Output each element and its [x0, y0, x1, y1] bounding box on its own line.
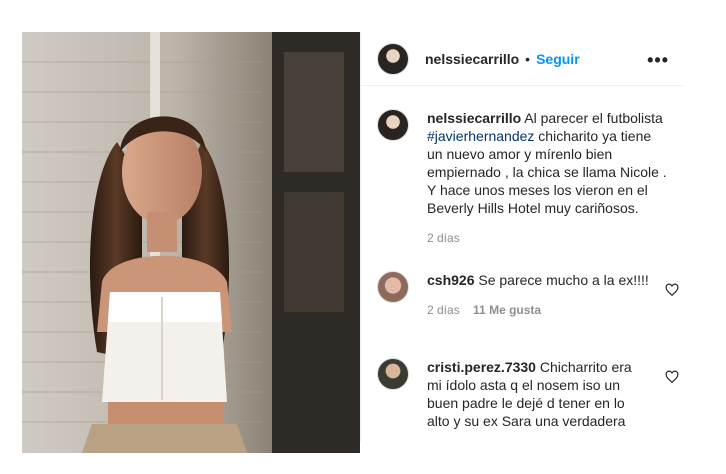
- comment-meta: 2 días 11 Me gusta: [427, 301, 667, 319]
- author-avatar[interactable]: [377, 42, 409, 75]
- comment-time[interactable]: 2 días: [427, 303, 460, 317]
- caption-username[interactable]: nelssiecarrillo: [427, 110, 521, 126]
- post-header: nelssiecarrillo • Seguir •••: [361, 32, 683, 86]
- caption-avatar[interactable]: [377, 109, 409, 141]
- comments-thread[interactable]: nelssiecarrillo Al parecer el futbolista…: [361, 87, 683, 442]
- author-username[interactable]: nelssiecarrillo: [425, 51, 519, 67]
- caption-hashtag[interactable]: #javierhernandez: [427, 128, 534, 144]
- commenter-avatar[interactable]: [377, 358, 409, 390]
- heart-icon[interactable]: [665, 370, 679, 384]
- commenter-username[interactable]: cristi.perez.7330: [427, 359, 536, 375]
- commenter-avatar[interactable]: [377, 271, 409, 303]
- commenter-username[interactable]: csh926: [427, 272, 474, 288]
- separator-dot: •: [525, 50, 531, 67]
- caption-meta: 2 días: [427, 229, 667, 247]
- follow-button[interactable]: Seguir: [536, 51, 580, 67]
- photo-image: [22, 32, 360, 453]
- more-options-icon[interactable]: •••: [647, 50, 669, 71]
- caption-time[interactable]: 2 días: [427, 231, 460, 245]
- comment-likes[interactable]: 11 Me gusta: [473, 303, 541, 317]
- caption-text-before: Al parecer el futbolista: [524, 110, 663, 126]
- heart-icon[interactable]: [665, 283, 679, 297]
- comment-text: Se parece mucho a la ex!!!!: [478, 272, 649, 288]
- post-photo[interactable]: [22, 32, 360, 453]
- post-sidebar: nelssiecarrillo • Seguir ••• nelssiecarr…: [360, 32, 683, 442]
